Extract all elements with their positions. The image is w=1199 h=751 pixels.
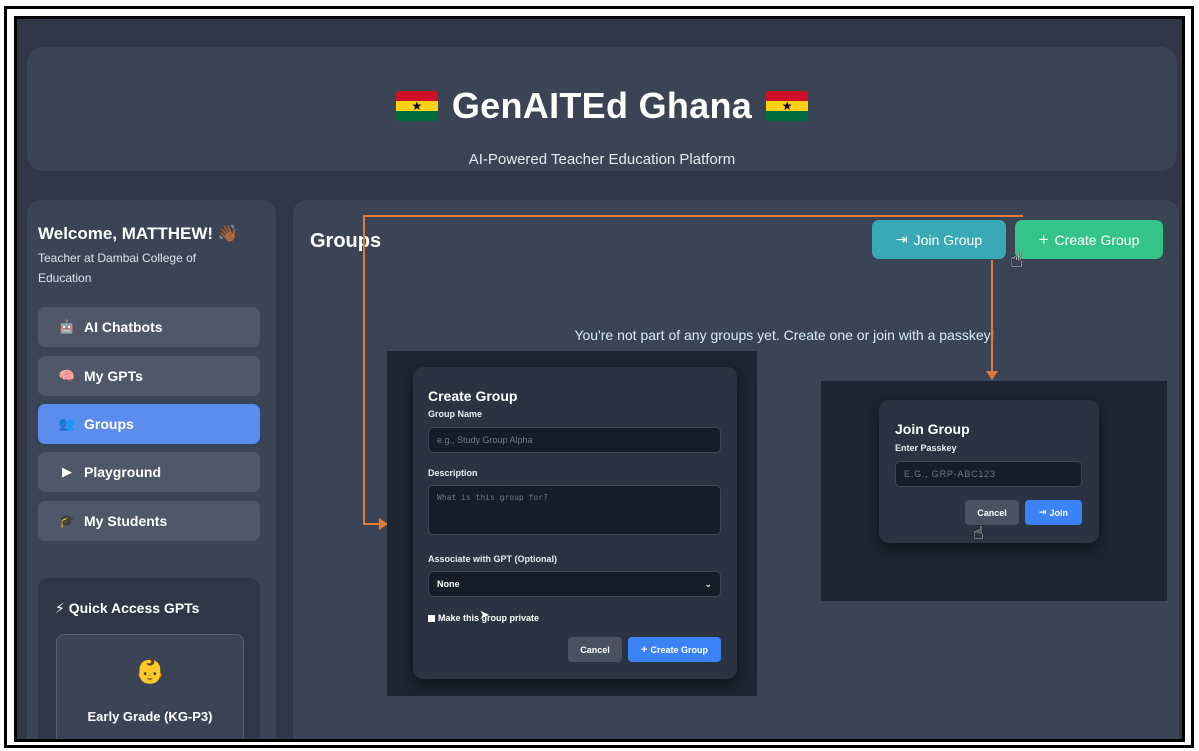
join-group-modal: Join Group Enter Passkey E.G., GRP-ABC12… — [879, 400, 1099, 543]
group-name-label: Group Name — [428, 409, 483, 419]
passkey-input[interactable]: E.G., GRP-ABC123 — [895, 461, 1082, 487]
sidebar-item-label: My Students — [84, 513, 168, 529]
empty-state-message: You're not part of any groups yet. Creat… — [574, 327, 995, 343]
sidebar-item-label: Playground — [84, 464, 162, 480]
plus-icon: + — [1038, 229, 1049, 249]
join-label: Join — [1049, 507, 1069, 518]
login-icon: ⇥ — [895, 231, 908, 247]
page-title: Groups — [310, 230, 382, 252]
sidebar-item-label: Groups — [84, 416, 134, 432]
arrow-cursor-icon: ➤ — [479, 607, 490, 622]
sidebar-item-my-gpts[interactable]: 🧠 My GPTs — [38, 356, 260, 396]
description-label: Description — [428, 468, 478, 478]
annotation-arrow-line — [363, 215, 365, 524]
app-tagline: AI-Powered Teacher Education Platform — [468, 151, 736, 168]
join-submit-button[interactable]: ⇥ Join — [1025, 500, 1082, 525]
hand-cursor-icon: ☝ — [1010, 247, 1024, 272]
sidebar-item-label: My GPTs — [84, 368, 143, 384]
welcome-heading: Welcome, MATTHEW! 👋🏾 — [38, 224, 239, 243]
create-group-button[interactable]: + Create Group — [1015, 220, 1163, 259]
quick-access-panel: ⚡ Quick Access GPTs 👶 Early Grade (KG-P3… — [38, 578, 260, 739]
plus-icon: + — [641, 643, 648, 656]
annotation-arrow-line — [363, 215, 1023, 217]
annotation-arrow-line — [991, 260, 993, 372]
sidebar: Welcome, MATTHEW! 👋🏾 Teacher at Dambai C… — [27, 200, 276, 739]
join-group-button[interactable]: ⇥ Join Group — [872, 220, 1006, 259]
sidebar-item-groups[interactable]: 👥 Groups — [38, 404, 260, 444]
brand: ★ GenAITEd Ghana ★ — [27, 85, 1177, 127]
child-icon: 👶 — [135, 658, 165, 685]
people-icon: 👥 — [58, 416, 76, 431]
sidebar-item-ai-chatbots[interactable]: 🤖 AI Chatbots — [38, 307, 260, 347]
sidebar-item-my-students[interactable]: 🎓 My Students — [38, 501, 260, 541]
create-group-modal: Create Group Group Name e.g., Study Grou… — [413, 367, 737, 679]
app-window: ★ GenAITEd Ghana ★ AI-Powered Teacher Ed… — [17, 19, 1182, 739]
brain-icon: 🧠 — [58, 368, 76, 383]
associate-gpt-select[interactable]: None ⌄ — [428, 571, 721, 597]
login-icon: ⇥ — [1038, 507, 1047, 517]
checkbox-box[interactable] — [428, 614, 435, 622]
app-header: ★ GenAITEd Ghana ★ AI-Powered Teacher Ed… — [27, 47, 1177, 171]
sidebar-item-label: AI Chatbots — [84, 319, 163, 335]
quick-access-title: ⚡ Quick Access GPTs — [55, 600, 200, 616]
modal-title: Create Group — [428, 388, 518, 404]
associate-gpt-label: Associate with GPT (Optional) — [428, 554, 558, 564]
play-icon: ▶ — [62, 464, 72, 479]
ghana-flag-icon: ★ — [766, 91, 809, 121]
cancel-button[interactable]: Cancel — [965, 500, 1019, 525]
gpt-card-early-grade[interactable]: 👶 Early Grade (KG-P3) — [56, 634, 244, 739]
graduation-cap-icon: 🎓 — [58, 513, 76, 528]
app-title: GenAITEd Ghana — [451, 85, 753, 126]
hand-cursor-icon: ☝ — [973, 523, 984, 543]
ghana-flag-icon: ★ — [395, 91, 438, 121]
robot-icon: 🤖 — [58, 319, 76, 334]
create-group-label: Create Group — [1054, 231, 1140, 248]
submit-label: Create Group — [650, 644, 708, 655]
user-role: Teacher at Dambai College of Education — [38, 251, 197, 285]
join-group-label: Join Group — [913, 231, 983, 248]
gpt-card-name: Early Grade (KG-P3) — [87, 709, 213, 724]
sidebar-item-playground[interactable]: ▶ Playground — [38, 452, 260, 492]
select-value: None — [437, 579, 460, 589]
create-group-submit-button[interactable]: + Create Group — [628, 637, 721, 662]
group-name-input[interactable]: e.g., Study Group Alpha — [428, 427, 721, 453]
description-textarea[interactable]: What is this group for? — [428, 485, 721, 535]
passkey-label: Enter Passkey — [895, 443, 957, 453]
modal-title: Join Group — [895, 421, 970, 437]
annotation-arrowhead — [986, 371, 998, 380]
chevron-down-icon: ⌄ — [704, 578, 712, 589]
cancel-button[interactable]: Cancel — [568, 637, 622, 662]
